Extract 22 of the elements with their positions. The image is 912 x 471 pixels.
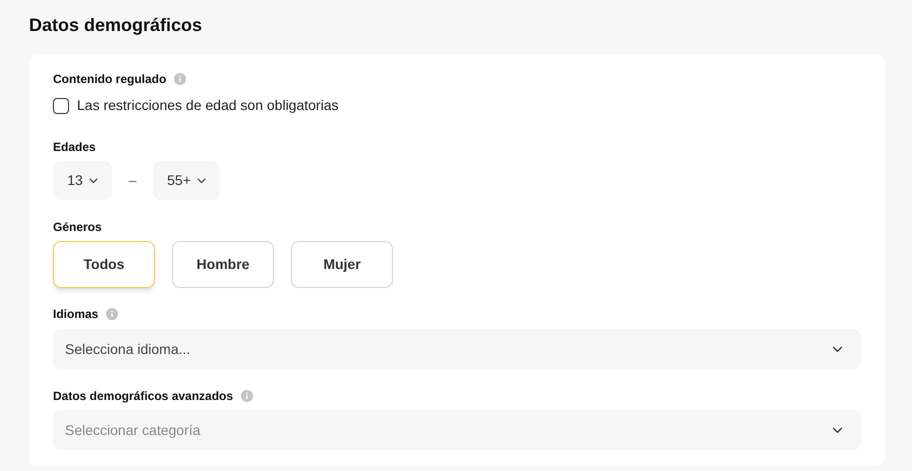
field-label: Contenido regulado (53, 71, 166, 88)
chevron-down-icon (832, 346, 843, 352)
select-field[interactable]: Selecciona idioma... (53, 329, 861, 369)
section-title: Datos demográficos (29, 14, 204, 36)
gender-option[interactable]: Hombre (172, 241, 274, 288)
age-dropdown[interactable]: 13 (53, 161, 112, 200)
gender-option[interactable]: Todos (53, 241, 155, 288)
chevron-down-icon (88, 178, 98, 184)
info-icon (174, 73, 186, 85)
info-icon (241, 390, 254, 402)
field-label: Géneros (53, 219, 102, 236)
range-separator: – (128, 171, 137, 190)
gender-option[interactable]: Mujer (291, 241, 393, 288)
field-label: Edades (53, 139, 96, 156)
field-label: Datos demográficos avanzados (53, 388, 234, 405)
info-icon (106, 308, 118, 320)
chevron-down-icon (832, 426, 843, 434)
chevron-down-icon (196, 178, 206, 184)
field-label: Idiomas (53, 306, 98, 323)
checkbox[interactable] (53, 98, 69, 114)
checkbox-label: Las restricciones de edad son obligatorias (77, 96, 338, 115)
age-dropdown[interactable]: 55+ (153, 161, 220, 200)
